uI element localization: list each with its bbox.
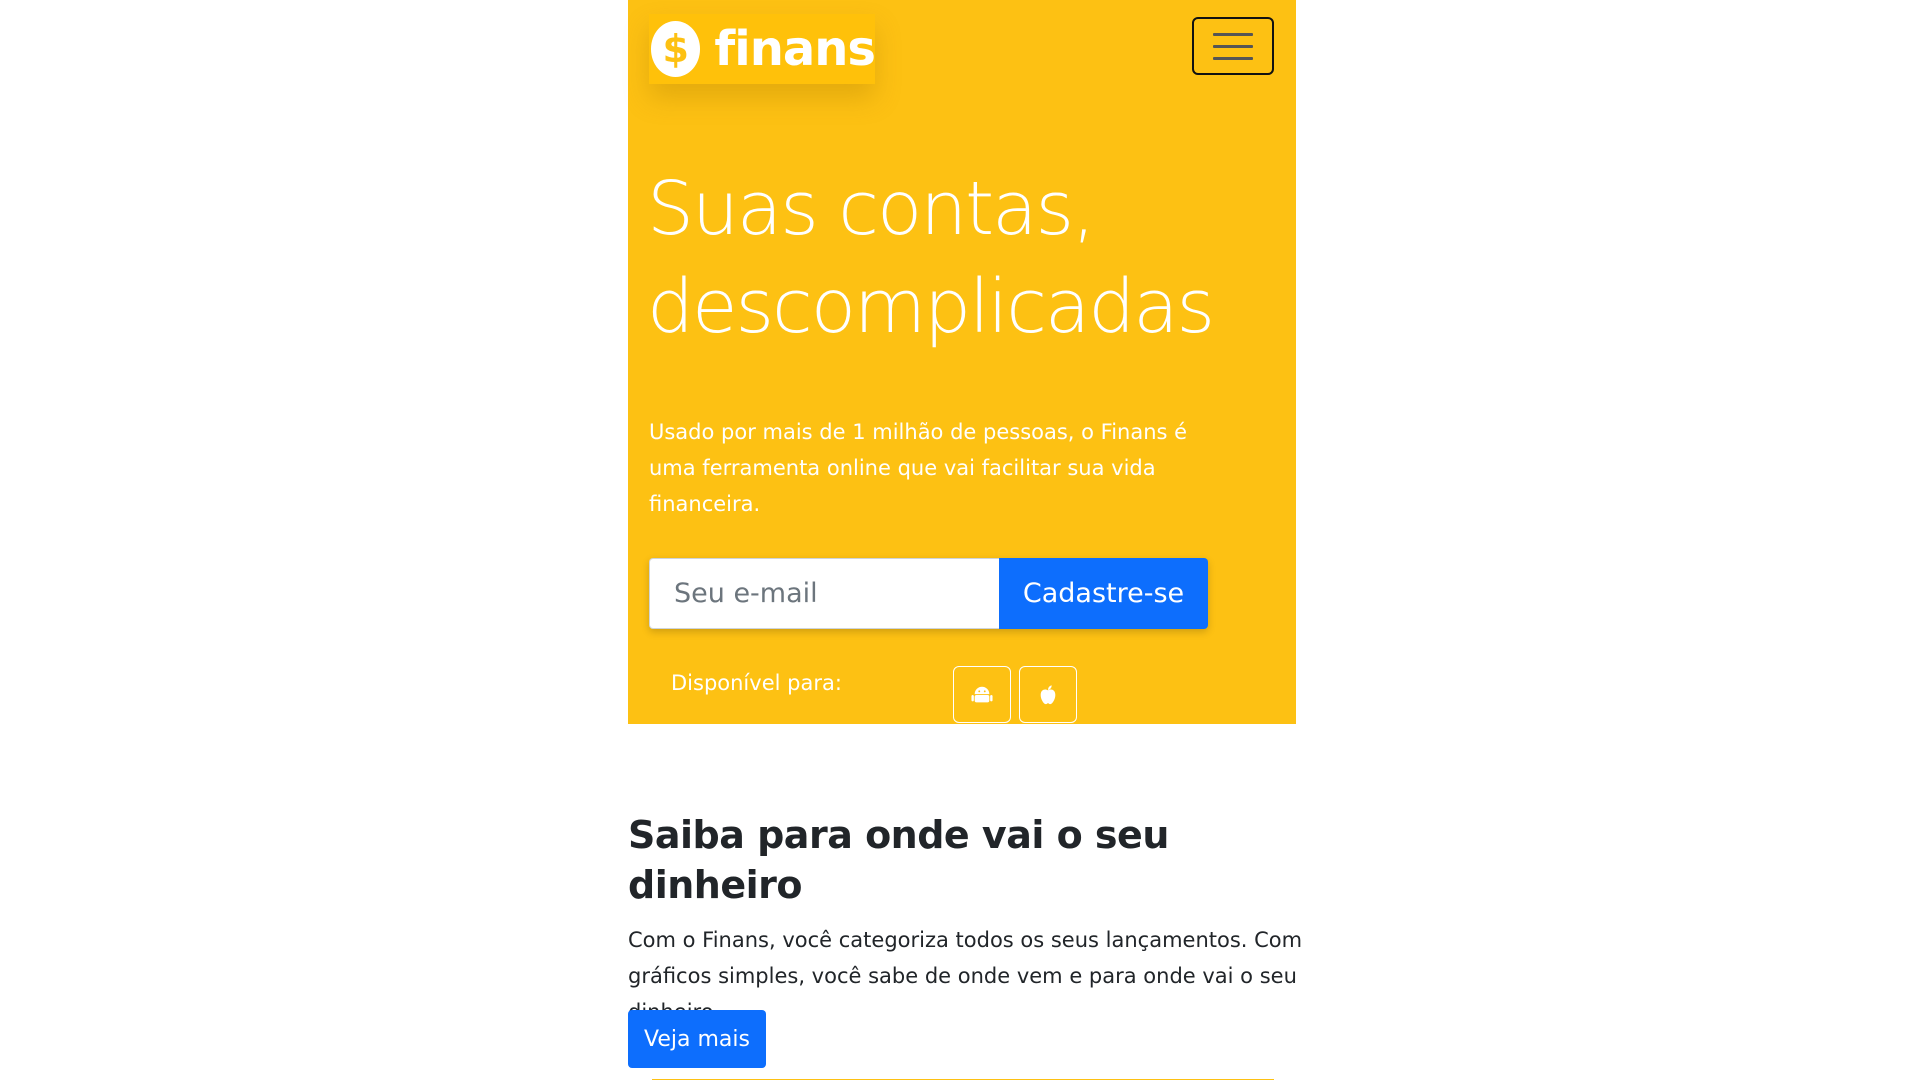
features-section: Saiba para onde vai o seu dinheiro Com o… <box>628 810 1308 1030</box>
android-store-button[interactable] <box>953 666 1011 723</box>
hero-description: Usado por mais de 1 milhão de pessoas, o… <box>649 420 1188 516</box>
android-icon <box>971 686 993 702</box>
available-label: Disponível para: <box>671 671 842 695</box>
signup-button[interactable]: Cadastre-se <box>999 558 1208 629</box>
hamburger-menu-icon <box>1213 44 1253 48</box>
apple-icon <box>1040 684 1056 704</box>
brand-logo[interactable]: $ finans <box>649 14 876 84</box>
see-more-button[interactable]: Veja mais <box>628 1010 766 1068</box>
hero-section: $ finans Suas contas, descomplicadas Usa… <box>628 0 1296 724</box>
page: $ finans Suas contas, descomplicadas Usa… <box>0 0 1920 1080</box>
hero-title-line-2: descomplicadas <box>647 264 1215 350</box>
brand-name: finans <box>714 21 876 77</box>
hamburger-menu-icon <box>1213 32 1253 36</box>
hamburger-menu-icon <box>1213 56 1253 60</box>
dollar-coin-icon: $ <box>651 21 701 77</box>
apple-store-button[interactable] <box>1019 666 1077 723</box>
hero-title: Suas contas, descomplicadas <box>647 160 1287 356</box>
navbar-toggle-button[interactable] <box>1192 17 1274 75</box>
signup-form: Cadastre-se <box>649 558 1208 629</box>
email-input[interactable] <box>649 558 999 629</box>
hero-title-line-1: Suas contas, <box>647 166 1096 252</box>
section-title: Saiba para onde vai o seu dinheiro <box>628 813 1169 907</box>
